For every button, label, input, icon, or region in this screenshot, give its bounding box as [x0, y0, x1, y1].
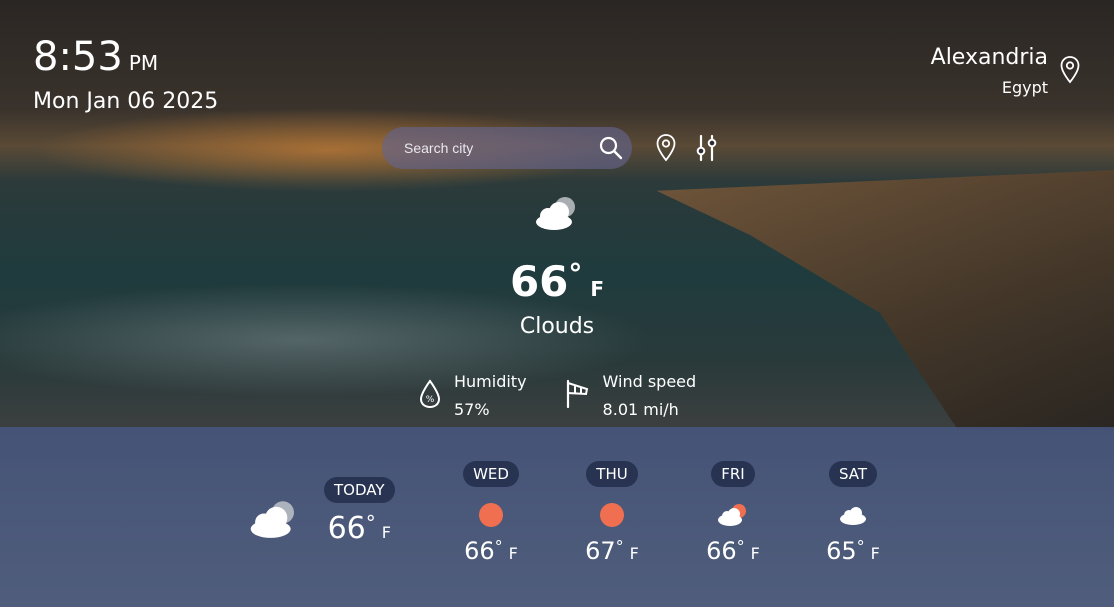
partly-cloudy-icon	[718, 504, 746, 526]
day-icon-wrap	[688, 501, 778, 529]
day-temp-unit: F	[629, 544, 639, 563]
wind-value: 8.01 mi/h	[602, 400, 679, 419]
temp-degree: °	[568, 257, 583, 290]
today-temp-value: 66	[327, 511, 366, 546]
day-temp-unit: F	[508, 544, 518, 563]
sun-icon	[479, 503, 503, 527]
day-label: THU	[586, 461, 638, 487]
day-temp-degree: °	[856, 537, 865, 556]
day-temp-degree: °	[494, 537, 503, 556]
forecast-day: THU 67° F	[567, 461, 657, 565]
temp-unit: F	[590, 277, 605, 301]
day-temperature: 65° F	[808, 537, 898, 565]
day-temp-value: 66	[464, 537, 495, 565]
search-bar-row	[382, 127, 718, 169]
day-temperature: 67° F	[567, 537, 657, 565]
current-weather: 66° F Clouds	[0, 195, 1114, 339]
location-display: Alexandria Egypt	[931, 44, 1080, 98]
day-temp-unit: F	[870, 544, 880, 563]
day-temp-unit: F	[750, 544, 760, 563]
day-label: FRI	[711, 461, 755, 487]
day-label: WED	[463, 461, 519, 487]
day-temp-value: 65	[826, 537, 857, 565]
forecast-day: FRI 66° F	[688, 461, 778, 565]
time-value: 8:53	[33, 34, 123, 80]
location-city: Alexandria	[930, 45, 1048, 70]
humidity-drop-icon: %	[418, 379, 442, 413]
location-country: Egypt	[1001, 78, 1048, 97]
temp-value: 66	[509, 257, 569, 306]
map-pin-icon	[656, 134, 676, 162]
condition-text: Clouds	[519, 314, 595, 339]
today-label: TODAY	[324, 477, 395, 503]
day-icon-wrap	[446, 501, 536, 529]
clock: 8:53 PM Mon Jan 06 2025	[33, 34, 218, 116]
clock-time: 8:53 PM	[33, 34, 218, 86]
locate-button[interactable]	[656, 134, 676, 162]
search-icon[interactable]	[598, 135, 624, 161]
time-ampm: PM	[128, 51, 159, 75]
search-box	[382, 127, 632, 169]
day-temp-value: 66	[706, 537, 737, 565]
day-label: SAT	[828, 461, 878, 487]
sliders-icon	[696, 134, 717, 162]
day-icon-wrap	[567, 501, 657, 529]
day-temperature: 66° F	[688, 537, 778, 565]
search-input[interactable]	[402, 139, 598, 157]
forecast-today: TODAY 66° F	[246, 477, 395, 546]
weather-stats: % Humidity 57% Wind speed 8.01 mi/h	[418, 368, 734, 424]
today-temperature: 66° F	[324, 511, 395, 546]
forecast-day: WED 66° F	[446, 461, 536, 565]
wind-label: Wind speed	[602, 372, 697, 391]
day-temp-value: 67	[585, 537, 616, 565]
day-temp-degree: °	[615, 537, 624, 556]
clock-date: Mon Jan 06 2025	[33, 89, 219, 114]
humidity-label: Humidity	[454, 372, 527, 391]
today-column: TODAY 66° F	[324, 477, 395, 546]
sun-icon	[600, 503, 624, 527]
map-pin-icon	[1060, 56, 1080, 88]
location-text: Alexandria Egypt	[931, 44, 1048, 98]
settings-button[interactable]	[696, 134, 718, 162]
day-icon-wrap	[808, 501, 898, 529]
cloud-icon	[246, 499, 302, 543]
svg-text:%: %	[426, 395, 435, 405]
forecast-panel: TODAY 66° F WED 66° F THU 67° F FRI 66° F SA…	[0, 427, 1114, 607]
cloud-icon	[840, 507, 866, 525]
humidity-text: Humidity 57%	[454, 368, 527, 424]
day-temperature: 66° F	[446, 537, 536, 565]
forecast-day: SAT 65° F	[808, 461, 898, 565]
current-temperature: 66° F	[0, 257, 1114, 306]
cloud-icon	[0, 195, 1114, 235]
today-temp-unit: F	[381, 523, 391, 542]
wind-text: Wind speed 8.01 mi/h	[603, 368, 697, 424]
day-temp-degree: °	[736, 537, 745, 556]
humidity-stat: % Humidity 57%	[418, 368, 527, 424]
wind-stat: Wind speed 8.01 mi/h	[565, 368, 697, 424]
today-temp-degree: °	[365, 511, 376, 535]
windsock-icon	[565, 379, 591, 413]
humidity-value: 57%	[454, 400, 490, 419]
